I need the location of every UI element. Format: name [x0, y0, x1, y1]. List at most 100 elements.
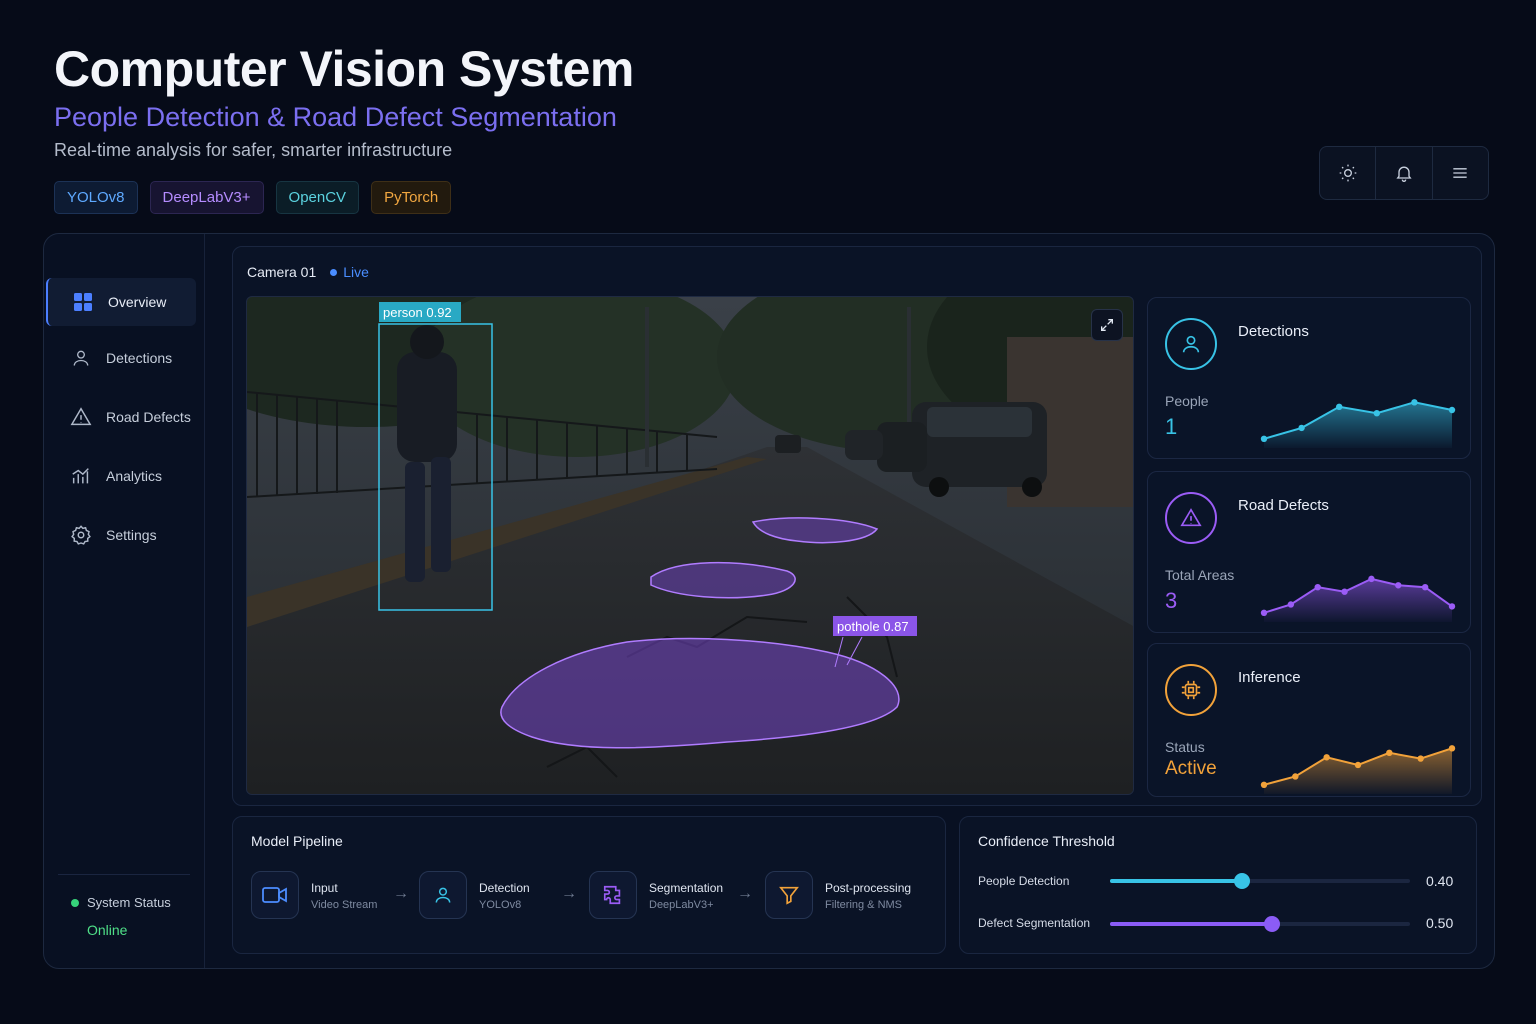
pipeline-step-segmentation[interactable] — [589, 871, 637, 919]
pipeline-step-postprocessing[interactable] — [765, 871, 813, 919]
inference-card: Inference Status Active — [1147, 643, 1471, 797]
trend-point — [1260, 435, 1268, 442]
warning-icon — [1165, 492, 1217, 544]
person-detection-label: person 0.92 — [383, 305, 452, 320]
live-label: Live — [343, 264, 369, 280]
trend-point — [1314, 584, 1321, 591]
video-camera-icon — [262, 887, 287, 903]
pothole-detection-label: pothole 0.87 — [837, 619, 909, 634]
warning-icon — [70, 406, 92, 428]
theme-toggle-button[interactable] — [1320, 147, 1377, 199]
card-label: Total Areas — [1165, 567, 1235, 583]
trend-point — [1354, 761, 1362, 769]
card-value: Active — [1165, 758, 1217, 779]
pipeline-step-input[interactable] — [251, 871, 299, 919]
filter-icon — [779, 886, 799, 905]
panel-title: Confidence Threshold — [978, 833, 1115, 849]
trend-point — [1448, 603, 1456, 610]
person-icon — [70, 347, 92, 369]
trend-point — [1298, 424, 1305, 432]
slider-label: People Detection — [978, 874, 1070, 888]
bell-icon — [1396, 166, 1412, 182]
tag-pytorch: PyTorch — [371, 181, 452, 214]
system-status-label: System Status — [71, 895, 171, 910]
status-dot — [71, 898, 79, 907]
live-badge: Live — [330, 264, 369, 280]
chip-icon — [1165, 664, 1217, 716]
menu-button[interactable] — [1433, 147, 1488, 199]
sidebar-item-label: Overview — [108, 294, 167, 310]
trend-point — [1386, 749, 1393, 756]
road-defects-card: Road Defects Total Areas 3 — [1147, 471, 1471, 633]
trend-point — [1323, 754, 1330, 761]
sidebar: Overview Detections Road Defects Analyti… — [44, 234, 205, 968]
tag-deeplabv3: DeepLabV3+ — [149, 181, 264, 214]
card-title: Inference — [1238, 669, 1301, 686]
step-name: Segmentation — [649, 881, 724, 895]
step-name: Detection — [479, 881, 530, 895]
trend-point — [1368, 575, 1375, 583]
trend-point — [1373, 410, 1380, 417]
step-name: Input — [311, 881, 338, 895]
arrow-right-icon: → — [393, 885, 409, 902]
tag-opencv: OpenCV — [275, 181, 360, 214]
sidebar-item-overview[interactable]: Overview — [46, 278, 196, 326]
confidence-threshold-panel: Confidence Threshold People Detection 0.… — [959, 816, 1477, 954]
trend-point — [1421, 584, 1429, 591]
trend-area — [1264, 748, 1452, 794]
sidebar-item-detections[interactable]: Detections — [46, 334, 196, 382]
sidebar-divider — [58, 874, 190, 875]
arrow-right-icon: → — [737, 885, 753, 902]
system-status-value: Online — [87, 922, 128, 938]
model-pipeline-panel: Model Pipeline Input Video Stream → Dete… — [232, 816, 946, 954]
sidebar-item-label: Road Defects — [106, 409, 191, 425]
sidebar-item-settings[interactable]: Settings — [46, 511, 196, 559]
trend-point — [1448, 406, 1456, 414]
trend-point — [1411, 399, 1418, 406]
person-icon — [1165, 318, 1217, 370]
sidebar-item-label: Settings — [106, 527, 157, 543]
detections-card: Detections People 1 — [1147, 297, 1471, 459]
step-name: Post-processing — [825, 881, 912, 895]
sun-icon — [1339, 164, 1356, 182]
gear-icon — [70, 524, 92, 546]
menu-icon — [1453, 168, 1467, 178]
grid-icon — [72, 291, 94, 313]
step-sub: DeepLabV3+ — [649, 899, 714, 911]
trend-point — [1395, 582, 1402, 589]
sidebar-item-road-defects[interactable]: Road Defects — [46, 393, 196, 441]
trend-point — [1260, 781, 1268, 788]
people-detection-slider[interactable] — [1110, 873, 1410, 889]
arrow-right-icon: → — [561, 885, 577, 902]
slider-fill — [1110, 879, 1242, 883]
slider-value: 0.50 — [1426, 915, 1454, 931]
camera-name: Camera 01 — [247, 264, 317, 280]
bar-chart-icon — [70, 465, 92, 487]
slider-handle[interactable] — [1264, 916, 1280, 932]
live-dot — [330, 268, 338, 276]
puzzle-icon — [603, 885, 621, 905]
trend-point — [1417, 755, 1424, 762]
step-sub: Video Stream — [311, 899, 378, 911]
trend-point — [1448, 745, 1456, 752]
trend-point — [1292, 773, 1299, 780]
card-label: Status — [1165, 739, 1205, 755]
pipeline-step-detection[interactable] — [419, 871, 467, 919]
trend-point — [1336, 403, 1343, 410]
defect-segmentation-slider[interactable] — [1110, 916, 1410, 932]
page-tagline: Real-time analysis for safer, smarter in… — [54, 140, 453, 160]
dashboard-frame: Overview Detections Road Defects Analyti… — [43, 233, 1495, 969]
road-defects-trend-chart — [1260, 575, 1456, 622]
slider-label: Defect Segmentation — [978, 916, 1091, 930]
slider-handle[interactable] — [1234, 873, 1250, 889]
slider-fill — [1110, 922, 1272, 926]
card-title: Road Defects — [1238, 497, 1329, 514]
card-label: People — [1165, 393, 1209, 409]
camera-feed[interactable]: person 0.92 pothole 0.87 — [246, 296, 1134, 795]
fullscreen-button[interactable] — [1091, 309, 1123, 341]
camera-header: Camera 01 Live — [247, 264, 369, 280]
page-subtitle: People Detection & Road Defect Segmentat… — [54, 102, 617, 132]
detections-trend-chart — [1260, 399, 1456, 448]
notifications-button[interactable] — [1376, 147, 1433, 199]
sidebar-item-analytics[interactable]: Analytics — [46, 452, 196, 500]
